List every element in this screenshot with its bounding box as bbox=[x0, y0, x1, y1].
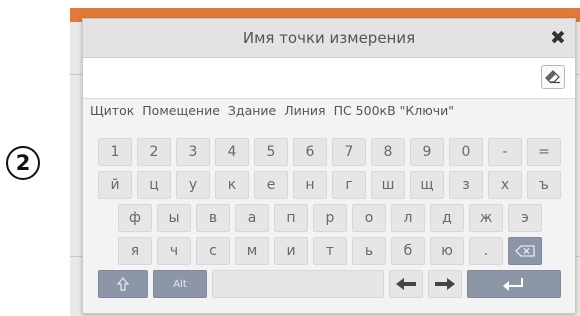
key[interactable]: 8 bbox=[371, 138, 405, 166]
key[interactable]: ж bbox=[469, 204, 503, 232]
key[interactable]: 6 bbox=[293, 138, 327, 166]
key[interactable]: о bbox=[352, 204, 386, 232]
key[interactable]: ъ bbox=[527, 171, 561, 199]
key[interactable]: 5 bbox=[254, 138, 288, 166]
key[interactable]: ы bbox=[157, 204, 191, 232]
clear-input-button[interactable] bbox=[541, 65, 565, 89]
suggestion-item[interactable]: Здание bbox=[228, 103, 276, 118]
key[interactable]: р bbox=[313, 204, 347, 232]
key[interactable]: е bbox=[254, 171, 288, 199]
suggestion-item[interactable]: Щиток bbox=[90, 103, 134, 118]
step-number-badge: 2 bbox=[6, 146, 40, 180]
dialog-title: Имя точки измерения bbox=[242, 29, 416, 47]
backspace-icon bbox=[515, 245, 535, 257]
key[interactable]: х bbox=[488, 171, 522, 199]
key[interactable]: с bbox=[196, 237, 230, 265]
key[interactable]: я bbox=[118, 237, 152, 265]
key[interactable]: п bbox=[274, 204, 308, 232]
left-arrow-key[interactable] bbox=[389, 270, 423, 298]
key[interactable]: . bbox=[469, 237, 503, 265]
suggestion-item[interactable]: ПС 500кВ "Ключи" bbox=[334, 103, 454, 118]
key[interactable]: 4 bbox=[215, 138, 249, 166]
key[interactable]: з bbox=[449, 171, 483, 199]
key[interactable]: в bbox=[196, 204, 230, 232]
enter-icon bbox=[503, 278, 523, 291]
space-key[interactable] bbox=[212, 270, 384, 298]
key[interactable]: ш bbox=[371, 171, 405, 199]
key[interactable]: м bbox=[235, 237, 269, 265]
alt-key[interactable]: Alt bbox=[153, 270, 207, 298]
eraser-icon bbox=[545, 70, 560, 84]
key[interactable]: - bbox=[488, 138, 522, 166]
key[interactable]: а bbox=[235, 204, 269, 232]
key[interactable]: 9 bbox=[410, 138, 444, 166]
suggestion-bar: Щиток Помещение Здание Линия ПС 500кВ "Ключи… bbox=[90, 103, 462, 123]
key[interactable]: ф bbox=[118, 204, 152, 232]
key[interactable]: = bbox=[527, 138, 561, 166]
key[interactable]: 7 bbox=[332, 138, 366, 166]
shift-key[interactable] bbox=[98, 270, 148, 298]
key[interactable]: л bbox=[391, 204, 425, 232]
key[interactable]: у bbox=[176, 171, 210, 199]
left-arrow-icon bbox=[396, 278, 416, 290]
key[interactable]: ч bbox=[157, 237, 191, 265]
right-arrow-key[interactable] bbox=[428, 270, 462, 298]
key[interactable]: ь bbox=[352, 237, 386, 265]
right-arrow-icon bbox=[435, 278, 455, 290]
key[interactable]: 0 bbox=[449, 138, 483, 166]
enter-key[interactable] bbox=[467, 270, 561, 298]
suggestion-item[interactable]: Линия bbox=[284, 103, 325, 118]
key[interactable]: 1 bbox=[98, 138, 132, 166]
key[interactable]: 3 bbox=[176, 138, 210, 166]
key[interactable]: щ bbox=[410, 171, 444, 199]
key[interactable]: и bbox=[274, 237, 308, 265]
text-input-field[interactable] bbox=[83, 58, 575, 99]
key[interactable]: н bbox=[293, 171, 327, 199]
shift-icon bbox=[117, 277, 129, 291]
dialog-titlebar: Имя точки измерения ✖ bbox=[83, 19, 575, 58]
key[interactable]: д bbox=[430, 204, 464, 232]
key[interactable]: ц bbox=[137, 171, 171, 199]
key[interactable]: э bbox=[508, 204, 542, 232]
keyboard-dialog: Имя точки измерения ✖ Щиток Помещение Здан… bbox=[82, 18, 576, 314]
key[interactable]: г bbox=[332, 171, 366, 199]
key[interactable]: й bbox=[98, 171, 132, 199]
key[interactable]: ю bbox=[430, 237, 464, 265]
key[interactable]: т bbox=[313, 237, 347, 265]
backspace-key[interactable] bbox=[508, 237, 542, 265]
close-button[interactable]: ✖ bbox=[547, 27, 569, 49]
key[interactable]: 2 bbox=[137, 138, 171, 166]
key[interactable]: б bbox=[391, 237, 425, 265]
close-icon: ✖ bbox=[550, 27, 566, 49]
key[interactable]: к bbox=[215, 171, 249, 199]
suggestion-item[interactable]: Помещение bbox=[142, 103, 220, 118]
